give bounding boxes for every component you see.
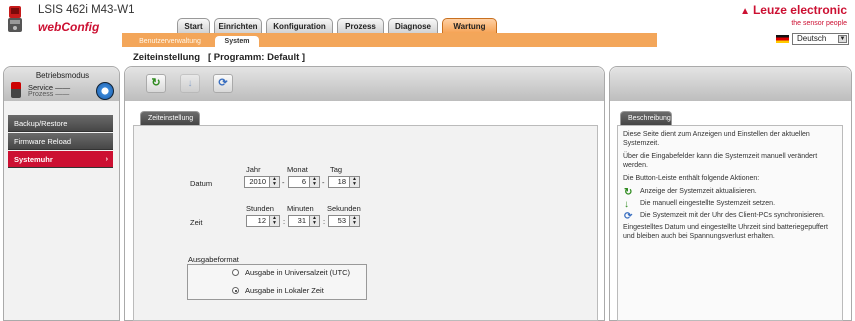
spinner-arrows-icon[interactable]: ▲ ▼ [269, 177, 279, 187]
left-panel: Betriebsmodus Service —— Prozess —— [3, 66, 120, 321]
description-text: Über die Eingabefelder kann die Systemze… [623, 153, 818, 169]
description-action: ↻ Anzeige der Systemzeit aktualisieren. [623, 187, 837, 198]
refresh-icon: ↻ [624, 187, 633, 198]
description-action-text: Die Systemzeit mit der Uhr des Client-PC… [640, 212, 825, 219]
brand-logo: ▲ Leuze electronic [740, 3, 847, 17]
radio-utc[interactable]: Ausgabe in Universalzeit (UTC) [232, 268, 350, 277]
mode-prozess-label: Prozess —— [28, 91, 70, 98]
sidebar-item-firmware-reload[interactable]: Firmware Reload [8, 133, 113, 150]
day-header: Tag [330, 165, 343, 174]
spinner-arrows-icon[interactable]: ▲ ▼ [309, 216, 319, 226]
brand-name: Leuze electronic [752, 3, 847, 17]
tab-diagnose[interactable]: Diagnose [388, 18, 438, 34]
set-time-button[interactable]: ↓ [180, 74, 200, 93]
language-select[interactable]: Deutsch ▼ [792, 33, 849, 45]
time-separator: : [283, 217, 286, 226]
hours-header: Stunden [246, 204, 274, 213]
tab-wartung[interactable]: Wartung [442, 18, 497, 34]
leuze-logo-icon: ▲ [740, 6, 750, 17]
day-value: 18 [337, 177, 346, 186]
spinner-arrows-icon[interactable]: ▲ ▼ [269, 216, 279, 226]
sidebar-item-label: Firmware Reload [14, 137, 72, 146]
refresh-icon: ↻ [151, 77, 161, 89]
date-separator: - [322, 178, 325, 187]
seconds-header: Sekunden [327, 204, 361, 213]
tab-konfiguration[interactable]: Konfiguration [266, 18, 333, 34]
radio-checked-icon[interactable] [232, 287, 239, 294]
mode-header: Betriebsmodus Service —— Prozess —— [4, 67, 119, 101]
program-label: [ Programm: Default ] [207, 52, 306, 63]
tab-start[interactable]: Start [177, 18, 210, 34]
spinner-arrows-icon[interactable]: ▲ ▼ [349, 216, 359, 226]
spinner-arrows-icon[interactable]: ▲ ▼ [309, 177, 319, 187]
format-legend: Ausgabeformat [188, 255, 239, 264]
time-label: Zeit [190, 218, 203, 227]
day-input[interactable]: 18 ▲ ▼ [328, 176, 360, 188]
refresh-button[interactable]: ↻ [146, 74, 166, 93]
description-text: Die Button-Leiste enthält folgende Aktio… [623, 175, 760, 182]
product-name: LSIS 462i M43-W1 [38, 4, 135, 16]
spinner-arrows-icon[interactable]: ▲ ▼ [349, 177, 359, 187]
dropdown-arrow-icon[interactable]: ▼ [838, 35, 847, 43]
sidebar-item-backup-restore[interactable]: Backup/Restore [8, 115, 113, 132]
minutes-input[interactable]: 31 ▲ ▼ [288, 215, 320, 227]
date-separator: - [282, 178, 285, 187]
device-mode-icon [11, 82, 21, 98]
mode-toggle-switch[interactable] [96, 82, 114, 100]
sync-pc-time-icon: ⟳ [218, 77, 228, 89]
description-header-bar [610, 67, 851, 101]
hours-value: 12 [257, 216, 266, 225]
sidebar-item-label: Systemuhr [14, 155, 53, 164]
month-value: 6 [301, 177, 306, 186]
description-action-text: Anzeige der Systemzeit aktualisieren. [640, 188, 757, 195]
description-action-text: Die manuell eingestellte Systemzeit setz… [640, 200, 776, 207]
description-text: Eingestelltes Datum und eingestellte Uhr… [623, 224, 828, 240]
sidebar-item-systemuhr[interactable]: Systemuhr › [8, 151, 113, 168]
radio-utc-label: Ausgabe in Universalzeit (UTC) [245, 268, 351, 277]
seconds-value: 53 [337, 216, 346, 225]
page-title-text: Zeiteinstellung [133, 52, 201, 63]
subtab-benutzerverwaltung[interactable]: Benutzerverwaltung [128, 36, 212, 47]
minutes-header: Minuten [287, 204, 314, 213]
month-header: Monat [287, 165, 308, 174]
year-input[interactable]: 2010 ▲ ▼ [244, 176, 280, 188]
tab-einrichten[interactable]: Einrichten [214, 18, 262, 34]
page-title: Zeiteinstellung [ Programm: Default ] [133, 52, 305, 63]
chevron-right-icon: › [105, 156, 108, 163]
sidebar-item-label: Backup/Restore [14, 119, 68, 128]
hours-input[interactable]: 12 ▲ ▼ [246, 215, 280, 227]
year-header: Jahr [246, 165, 261, 174]
description-text: Diese Seite dient zum Anzeigen und Einst… [623, 131, 810, 147]
date-label: Datum [190, 179, 213, 188]
tab-prozess[interactable]: Prozess [337, 18, 384, 34]
seconds-input[interactable]: 53 ▲ ▼ [328, 215, 360, 227]
month-input[interactable]: 6 ▲ ▼ [288, 176, 320, 188]
time-separator: : [323, 217, 326, 226]
subtab-system[interactable]: System [215, 36, 259, 47]
description-action: ⟳ Die Systemzeit mit der Uhr des Client-P… [623, 211, 837, 222]
set-time-icon: ↓ [187, 78, 193, 89]
mode-title: Betriebsmodus [35, 71, 90, 80]
description-box: Diese Seite dient zum Anzeigen und Einst… [617, 125, 843, 321]
radio-unchecked-icon[interactable] [232, 269, 239, 276]
sync-pc-time-button[interactable]: ⟳ [213, 74, 233, 93]
language-selected: Deutsch [797, 34, 827, 43]
sensor-device-icon [6, 6, 24, 34]
set-time-icon: ↓ [624, 199, 629, 210]
radio-local-label: Ausgabe in Lokaler Zeit [245, 286, 324, 295]
brand-slogan: the sensor people [791, 20, 847, 27]
german-flag-icon [776, 35, 789, 43]
sync-pc-time-icon: ⟳ [624, 211, 633, 222]
year-value: 2010 [249, 177, 266, 186]
radio-local[interactable]: Ausgabe in Lokaler Zeit [232, 286, 324, 295]
description-action: ↓ Die manuell eingestellte Systemzeit set… [623, 199, 837, 210]
app-name: webConfig [38, 20, 100, 34]
description-tab: Beschreibung [620, 111, 672, 125]
settings-tab: Zeiteinstellung [140, 111, 200, 125]
minutes-value: 31 [297, 216, 306, 225]
